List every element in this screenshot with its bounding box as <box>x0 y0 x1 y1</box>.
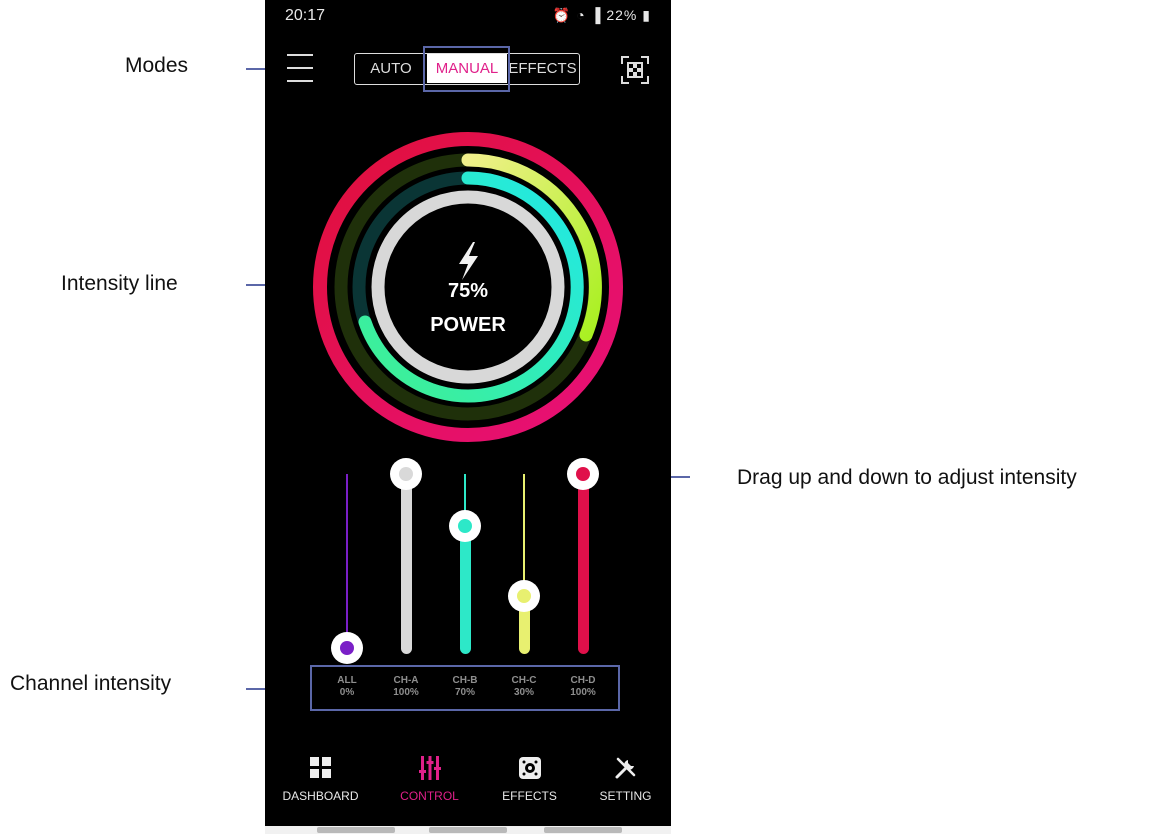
slider-knob-dot-ch-b <box>458 519 472 534</box>
slider-knob-dot-ch-d <box>576 467 590 481</box>
system-home-button[interactable] <box>429 827 507 833</box>
bottom-nav: DASHBOARD CONTROL EFFECTS SETTING <box>265 745 671 825</box>
callout-intensity-line: Intensity line <box>61 272 178 295</box>
slider-knob-ch-b[interactable] <box>449 510 481 543</box>
nav-setting[interactable]: SETTING <box>575 745 671 803</box>
system-nav-bar <box>265 826 671 834</box>
slider-knob-dot-ch-c <box>517 588 531 603</box>
slider-fill-ch-b[interactable] <box>459 526 471 654</box>
nav-effects[interactable]: EFFECTS <box>479 745 580 803</box>
slider-track-ch-c[interactable] <box>523 474 525 596</box>
nav-dashboard-label: DASHBOARD <box>282 789 359 803</box>
slider-knob-all[interactable] <box>331 632 363 664</box>
callout-modes: Modes <box>125 54 189 77</box>
system-back-button[interactable] <box>544 827 622 833</box>
slider-knob-ch-a[interactable] <box>390 458 422 490</box>
slider-knob-dot-ch-a <box>399 467 413 481</box>
nav-dashboard[interactable]: DASHBOARD <box>270 745 371 803</box>
slider-knob-ch-c[interactable] <box>508 579 540 612</box>
slider-fill-ch-d[interactable] <box>577 474 589 654</box>
dashboard-grid-icon <box>270 753 371 783</box>
channel-sliders <box>265 0 671 740</box>
callout-channel-intensity: Channel intensity <box>10 672 172 695</box>
highlight-manual-tab <box>423 46 510 92</box>
slider-track-all[interactable] <box>346 474 348 648</box>
nav-control-label: CONTROL <box>400 789 459 803</box>
nav-effects-label: EFFECTS <box>502 789 557 803</box>
effects-icon <box>479 753 580 783</box>
nav-setting-label: SETTING <box>599 789 652 803</box>
slider-knob-dot-all <box>340 641 354 655</box>
slider-fill-ch-a[interactable] <box>400 474 412 654</box>
tools-icon <box>575 753 671 783</box>
system-recent-button[interactable] <box>317 827 395 833</box>
sliders-icon <box>379 753 480 783</box>
slider-knob-ch-d[interactable] <box>567 458 599 490</box>
nav-control[interactable]: CONTROL <box>379 745 480 803</box>
callout-drag: Drag up and down to adjust intensity <box>737 466 1077 489</box>
highlight-channel-labels <box>310 665 620 711</box>
